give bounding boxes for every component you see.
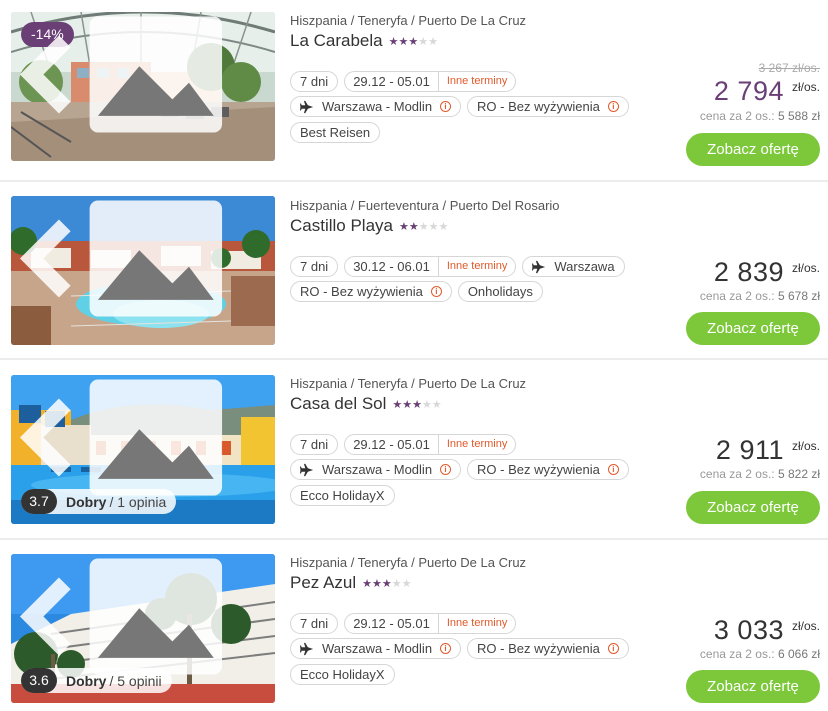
other-dates-link[interactable]: Inne terminy <box>439 435 516 454</box>
offer-card[interactable]: Hiszpania / Fuerteventura / Puerto Del R… <box>0 182 828 360</box>
gallery-icon[interactable] <box>11 554 263 691</box>
duration-chip: 7 dni <box>290 71 339 92</box>
price-for-two: cena za 2 os.: 5 678 zł <box>699 289 820 303</box>
other-dates-link[interactable]: Inne terminy <box>439 614 516 633</box>
star-rating: ★★★★★ <box>362 577 412 590</box>
operator-chip: Best Reisen <box>290 122 381 143</box>
hotel-photo[interactable]: 3.7 Dobry / 1 opinia <box>11 375 275 524</box>
dates-value: 29.12 - 05.01 <box>345 614 439 633</box>
star-rating: ★★★★★ <box>399 220 449 233</box>
price-for-two: cena za 2 os.: 6 066 zł <box>699 647 820 661</box>
info-icon[interactable]: i <box>607 464 619 475</box>
plane-icon <box>300 463 314 476</box>
other-dates-link[interactable]: Inne terminy <box>439 257 516 276</box>
operator-chip: Onholidays <box>457 281 543 302</box>
duration-chip: 7 dni <box>290 256 339 277</box>
see-offer-button[interactable]: Zobacz ofertę <box>686 491 820 524</box>
dates-chip[interactable]: 29.12 - 05.01 Inne terminy <box>344 434 517 455</box>
price-amount: 2 911 <box>715 435 784 465</box>
price-amount: 3 033 <box>713 615 784 645</box>
price-unit: zł/os. <box>791 439 820 453</box>
hotel-name[interactable]: Casa del Sol <box>290 394 386 414</box>
dates-value: 29.12 - 05.01 <box>345 435 439 454</box>
departure-chip: Warszawa - Modlin i <box>290 459 462 480</box>
old-price: 3 267 zł/os. <box>758 61 820 75</box>
departure-chip: Warszawa - Modlin i <box>290 638 462 659</box>
see-offer-button[interactable]: Zobacz ofertę <box>686 133 820 166</box>
gallery-icon[interactable] <box>11 375 263 512</box>
price-unit: zł/os. <box>791 619 820 633</box>
star-rating: ★★★★★ <box>392 398 442 411</box>
see-offer-button[interactable]: Zobacz ofertę <box>686 312 820 345</box>
price-for-two: cena za 2 os.: 5 822 zł <box>699 467 820 481</box>
see-offer-button[interactable]: Zobacz ofertę <box>686 670 820 703</box>
info-icon[interactable]: i <box>440 464 452 475</box>
hotel-photo[interactable]: 3.6 Dobry / 5 opinii <box>11 554 275 703</box>
dates-value: 29.12 - 05.01 <box>345 72 439 91</box>
plane-icon <box>300 642 314 655</box>
departure-chip: Warszawa <box>522 256 625 277</box>
location-breadcrumb: Hiszpania / Teneryfa / Puerto De La Cruz <box>290 555 527 570</box>
dates-chip[interactable]: 30.12 - 06.01 Inne terminy <box>344 256 517 277</box>
star-rating: ★★★★★ <box>388 35 438 48</box>
dates-chip[interactable]: 29.12 - 05.01 Inne terminy <box>344 71 517 92</box>
hotel-photo[interactable]: -14% <box>11 12 275 161</box>
location-breadcrumb: Hiszpania / Fuerteventura / Puerto Del R… <box>290 198 560 213</box>
location-breadcrumb: Hiszpania / Teneryfa / Puerto De La Cruz <box>290 13 527 28</box>
location-breadcrumb: Hiszpania / Teneryfa / Puerto De La Cruz <box>290 376 527 391</box>
board-chip: RO - Bez wyżywienia i <box>467 96 629 117</box>
board-chip: RO - Bez wyżywienia i <box>290 281 452 302</box>
info-icon[interactable]: i <box>430 286 442 297</box>
operator-chip: Ecco HolidayX <box>290 664 395 685</box>
price-amount: 2 794 <box>713 76 784 106</box>
operator-chip: Ecco HolidayX <box>290 485 395 506</box>
info-icon[interactable]: i <box>440 643 452 654</box>
info-icon[interactable]: i <box>440 101 452 112</box>
hotel-name[interactable]: Pez Azul <box>290 573 356 593</box>
gallery-icon[interactable] <box>11 12 263 149</box>
duration-chip: 7 dni <box>290 613 339 634</box>
departure-chip: Warszawa - Modlin i <box>290 96 462 117</box>
dates-chip[interactable]: 29.12 - 05.01 Inne terminy <box>344 613 517 634</box>
price-amount: 2 839 <box>713 257 784 287</box>
info-icon[interactable]: i <box>607 643 619 654</box>
dates-value: 30.12 - 06.01 <box>345 257 439 276</box>
duration-chip: 7 dni <box>290 434 339 455</box>
plane-icon <box>532 260 546 273</box>
offer-card[interactable]: -14% Hiszpania / Teneryfa / Puerto De La… <box>0 0 828 182</box>
offer-card[interactable]: 3.6 Dobry / 5 opinii Hiszpania / Teneryf… <box>0 540 828 711</box>
hotel-name[interactable]: Castillo Playa <box>290 216 393 236</box>
board-chip: RO - Bez wyżywienia i <box>467 638 629 659</box>
offer-card[interactable]: 3.7 Dobry / 1 opinia Hiszpania / Teneryf… <box>0 360 828 540</box>
hotel-photo[interactable] <box>11 196 275 345</box>
other-dates-link[interactable]: Inne terminy <box>439 72 516 91</box>
price-unit: zł/os. <box>791 80 820 94</box>
board-chip: RO - Bez wyżywienia i <box>467 459 629 480</box>
gallery-icon[interactable] <box>11 196 263 333</box>
hotel-name[interactable]: La Carabela <box>290 31 383 51</box>
price-for-two: cena za 2 os.: 5 588 zł <box>699 109 820 123</box>
price-unit: zł/os. <box>791 261 820 275</box>
plane-icon <box>300 100 314 113</box>
info-icon[interactable]: i <box>607 101 619 112</box>
